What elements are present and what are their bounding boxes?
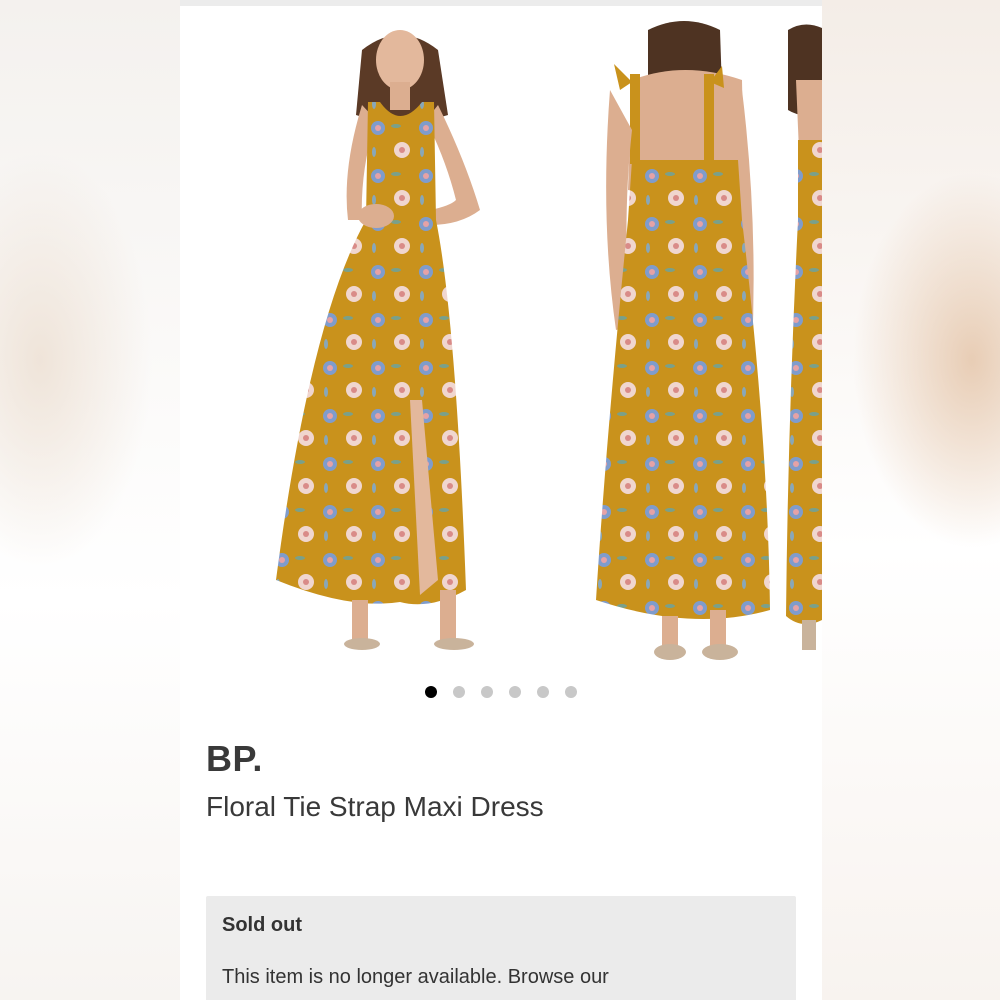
product-image-carousel[interactable]: [180, 20, 822, 670]
product-image-front[interactable]: [270, 20, 540, 670]
carousel-dot-3[interactable]: [481, 685, 493, 698]
notice-title: Sold out: [222, 914, 302, 936]
background-blur-right: [822, 0, 1000, 1000]
carousel-dot-2[interactable]: [453, 685, 465, 698]
product-title: Floral Tie Strap Maxi Dress: [206, 791, 544, 822]
carousel-dot-5[interactable]: [537, 685, 549, 698]
brand-name[interactable]: BP.: [206, 738, 263, 780]
carousel-dot-1[interactable]: [425, 685, 437, 698]
carousel-pagination: [180, 683, 822, 698]
notice-text: This item is no longer available. Browse…: [222, 966, 609, 988]
product-image-back[interactable]: [592, 20, 776, 670]
sold-out-notice: Sold out This item is no longer availabl…: [206, 896, 796, 1000]
product-image-side[interactable]: [784, 20, 822, 670]
background-blur-left: [0, 0, 180, 1000]
carousel-dot-6[interactable]: [565, 685, 577, 698]
product-page: BP. Floral Tie Strap Maxi Dress Sold out…: [180, 0, 822, 1000]
top-bar: [180, 0, 822, 6]
carousel-dot-4[interactable]: [509, 685, 521, 698]
